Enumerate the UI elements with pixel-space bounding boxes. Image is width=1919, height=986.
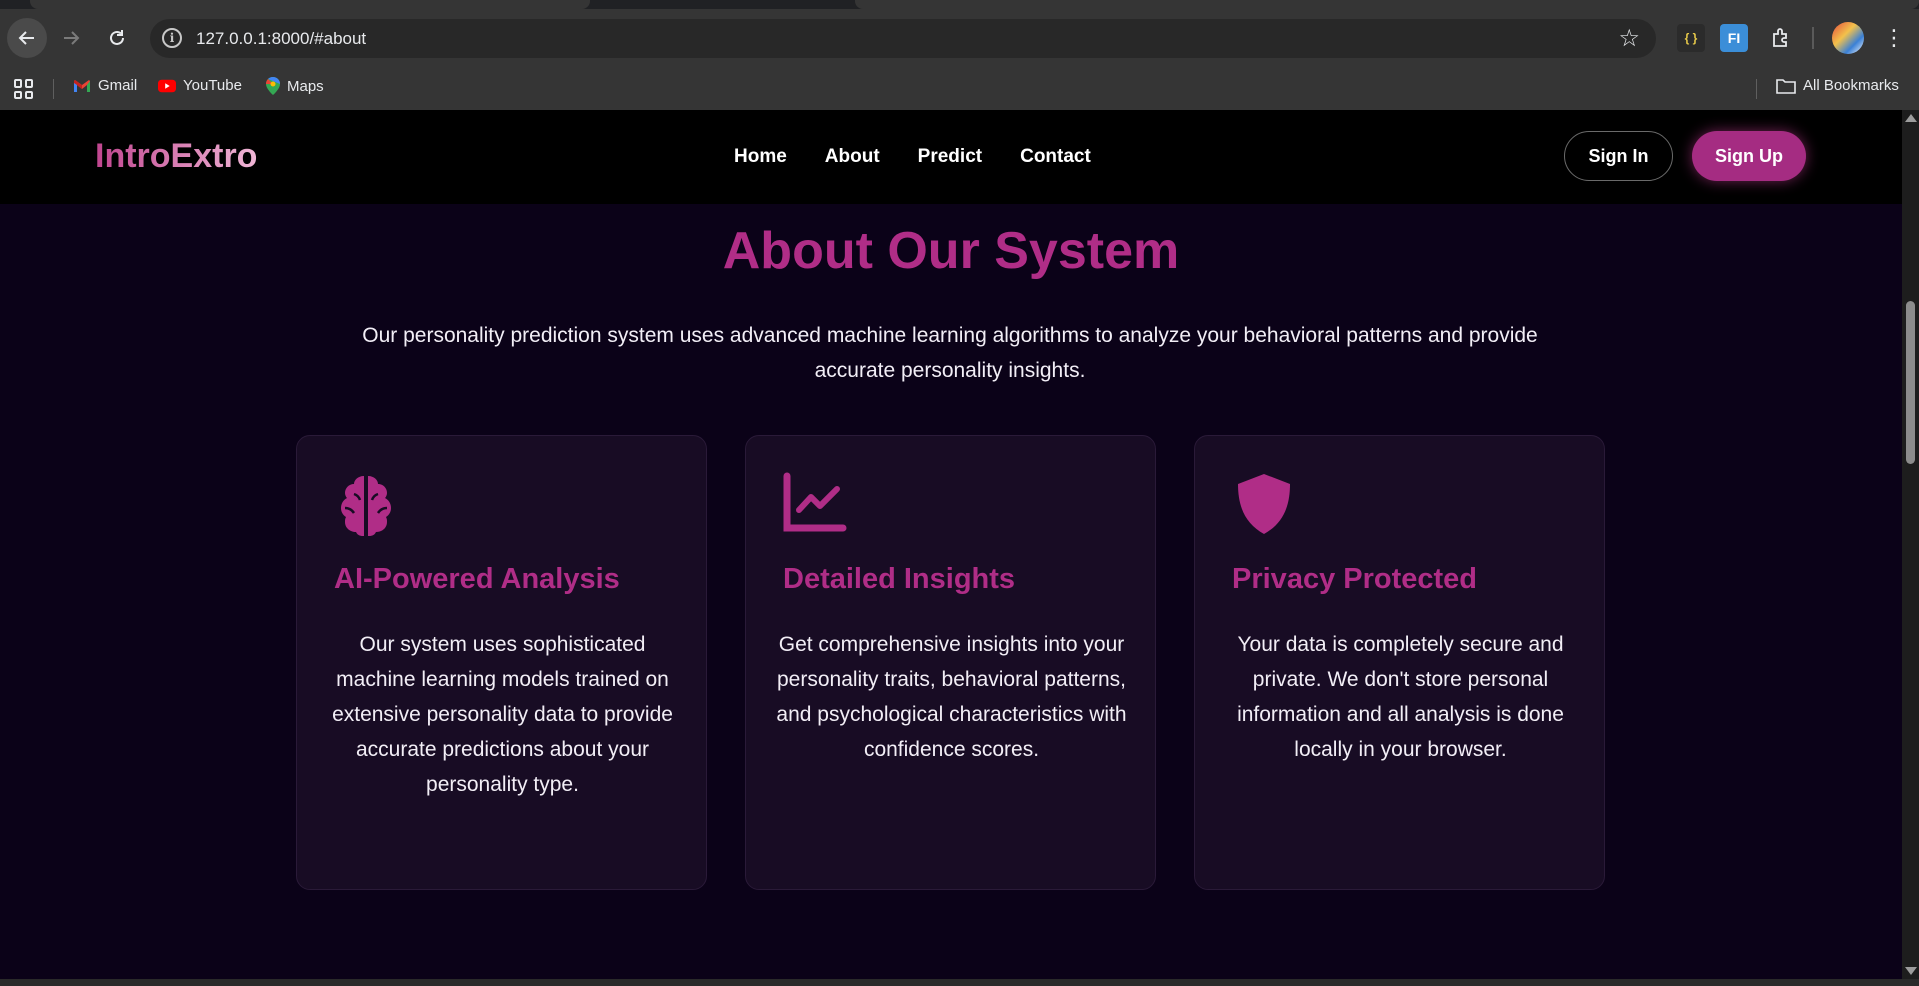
json-extension-icon[interactable]: { } — [1677, 24, 1705, 52]
feature-card-text: Our system uses sophisticated machine le… — [332, 633, 673, 796]
scroll-down-icon[interactable] — [1905, 967, 1917, 975]
feature-card-detailed-insights: Detailed Insights Get comprehensive insi… — [745, 435, 1156, 890]
folder-icon — [1776, 78, 1796, 94]
site-header: IntroExtro Home About Predict Contact Si… — [0, 110, 1902, 204]
back-button[interactable] — [7, 18, 47, 58]
address-url[interactable]: 127.0.0.1:8000/#about — [196, 29, 366, 49]
about-section-description: Our personality prediction system uses a… — [362, 324, 1538, 382]
bookmark-label: YouTube — [183, 77, 242, 94]
fi-extension-icon[interactable]: FI — [1720, 24, 1748, 52]
browser-chrome: i 127.0.0.1:8000/#about ☆ { } FI ⋮ Gmail… — [0, 0, 1919, 110]
arrow-right-icon — [64, 31, 80, 45]
apps-grid-icon[interactable] — [14, 79, 34, 99]
web-page: IntroExtro Home About Predict Contact Si… — [0, 110, 1902, 979]
feature-card-ai-analysis: AI-Powered Analysis Our system uses soph… — [296, 435, 707, 890]
bookmark-label: Maps — [287, 77, 324, 95]
bookmark-star-icon[interactable]: ☆ — [1618, 24, 1640, 53]
toolbar-divider — [1812, 27, 1814, 49]
gmail-icon — [74, 79, 90, 92]
all-bookmarks-button[interactable]: All Bookmarks — [1776, 77, 1899, 94]
extensions-puzzle-icon[interactable] — [1767, 24, 1795, 52]
site-nav: Home About Predict Contact — [734, 146, 1091, 168]
feature-card-text: Your data is completely secure and priva… — [1237, 633, 1564, 761]
bookmark-maps[interactable]: Maps — [266, 77, 324, 95]
sign-up-button[interactable]: Sign Up — [1692, 131, 1806, 181]
scrollbar-thumb[interactable] — [1906, 301, 1915, 464]
feature-card-text: Get comprehensive insights into your per… — [776, 633, 1127, 761]
all-bookmarks-label: All Bookmarks — [1803, 77, 1899, 94]
feature-card-title: Privacy Protected — [1232, 563, 1478, 595]
bookmarks-divider — [1756, 79, 1757, 99]
browser-menu-icon[interactable]: ⋮ — [1880, 24, 1908, 52]
forward-button[interactable] — [51, 18, 91, 58]
reload-icon — [110, 30, 124, 45]
sign-in-button[interactable]: Sign In — [1564, 131, 1673, 181]
address-bar[interactable]: i 127.0.0.1:8000/#about ☆ — [150, 19, 1656, 58]
bookmark-gmail[interactable]: Gmail — [73, 77, 137, 94]
window-bottom-edge — [0, 979, 1919, 986]
nav-contact-link[interactable]: Contact — [1020, 146, 1091, 168]
bookmarks-divider — [53, 79, 54, 99]
feature-card-privacy: Privacy Protected Your data is completel… — [1194, 435, 1605, 890]
arrow-left-icon — [18, 31, 34, 45]
chart-line-icon — [783, 472, 847, 536]
brain-icon — [334, 472, 398, 536]
bookmarks-bar: Gmail YouTube Maps All Bookmarks — [0, 67, 1919, 110]
profile-avatar[interactable] — [1832, 22, 1864, 54]
nav-about-link[interactable]: About — [825, 146, 880, 168]
site-logo[interactable]: IntroExtro — [95, 137, 257, 176]
reload-button[interactable] — [97, 18, 137, 58]
about-section-title: About Our System — [722, 222, 1180, 280]
shield-icon — [1232, 472, 1296, 536]
feature-card-title: Detailed Insights — [783, 563, 1016, 595]
nav-predict-link[interactable]: Predict — [918, 146, 982, 168]
site-info-icon[interactable]: i — [162, 28, 182, 48]
browser-tab[interactable] — [855, 0, 1919, 9]
youtube-icon — [158, 79, 176, 92]
scroll-up-icon[interactable] — [1905, 114, 1917, 122]
bookmark-label: Gmail — [98, 77, 138, 94]
page-scrollbar[interactable] — [1902, 110, 1919, 979]
bookmark-youtube[interactable]: YouTube — [158, 77, 242, 94]
browser-toolbar: i 127.0.0.1:8000/#about ☆ { } FI ⋮ — [0, 9, 1919, 67]
nav-home-link[interactable]: Home — [734, 146, 787, 168]
tab-strip — [0, 0, 1919, 9]
maps-icon — [266, 77, 280, 95]
feature-card-title: AI-Powered Analysis — [334, 563, 620, 595]
browser-tab[interactable] — [30, 0, 590, 9]
